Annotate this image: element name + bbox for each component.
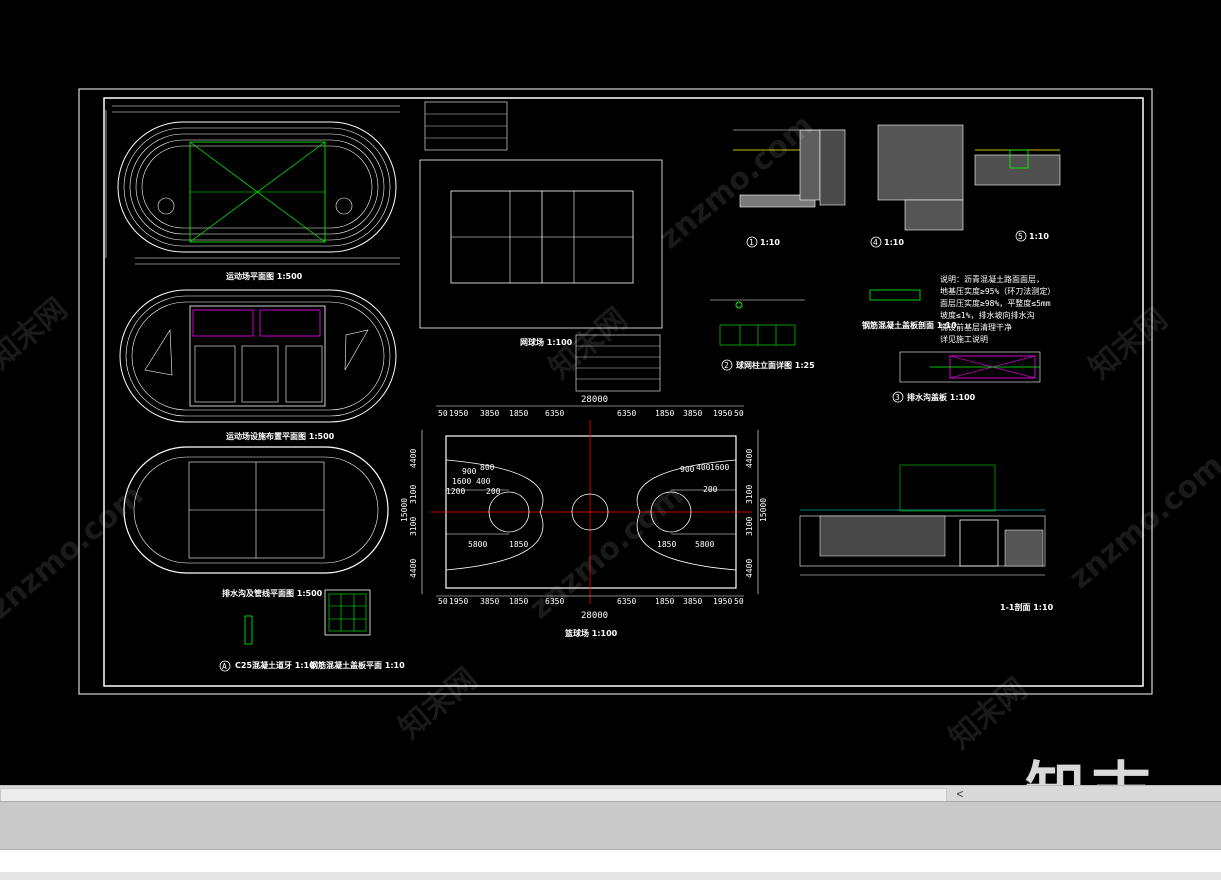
svg-text:A: A [222, 662, 227, 671]
watermark-cn-4: 知末网 [393, 661, 484, 746]
title-detail-1: 1:10 [760, 238, 780, 247]
bb-left-dim-0: 4400 [409, 449, 418, 468]
svg-text:4: 4 [873, 238, 878, 247]
bb-right-dim-0: 4400 [745, 449, 754, 468]
scroll-left-arrow-icon[interactable]: < [952, 786, 968, 802]
layout-tab-bar [0, 801, 1221, 850]
bb-top-dim-9: 50 [734, 409, 744, 418]
bb-bot-dim-2: 3850 [480, 597, 499, 606]
bb-top-dim-2: 3850 [480, 409, 499, 418]
bb-radius-r5: 1600 [710, 463, 729, 472]
drainage-plan-group: 排水沟及管线平面图 1:500 [123, 446, 389, 598]
cad-model-space[interactable]: 运动场平面图 1:500 运动场设施布置平面图 1:500 排水沟及管线平面图 … [0, 0, 1221, 785]
svg-text:1: 1 [749, 238, 754, 247]
tennis-court-group: 网球场 1:100 [419, 101, 663, 347]
svg-text:3: 3 [895, 393, 900, 402]
bb-left-dim-2: 3100 [409, 517, 418, 536]
title-section-11: 1-1剖面 1:10 [1000, 602, 1054, 612]
bb-left-dim-1: 3100 [409, 485, 418, 504]
bb-bot-dim-5: 6350 [617, 597, 636, 606]
bb-radius-4: 200 [486, 487, 501, 496]
bb-radius-0: 900 [462, 467, 477, 476]
bb-total-top: 28000 [581, 395, 608, 405]
note-1: 说明：沥青混凝土路面面层， [940, 274, 1044, 284]
title-basketball: 篮球场 1:100 [564, 628, 618, 638]
note-6: 详见施工说明 [940, 334, 988, 344]
title-grate-plan: 钢筋混凝土盖板平面 1:10 [310, 660, 405, 670]
bb-inner-3: 5800 [695, 540, 714, 549]
bb-bot-dim-8: 1950 [713, 597, 732, 606]
bb-top-dim-8: 1950 [713, 409, 732, 418]
title-track-layout: 运动场设施布置平面图 1:500 [226, 431, 335, 441]
title-post-elev: 球网柱立面详图 1:25 [736, 360, 815, 370]
bb-bot-dim-9: 50 [734, 597, 744, 606]
track-layout-group: 运动场设施布置平面图 1:500 [119, 289, 397, 441]
bb-top-dim-5: 6350 [617, 409, 636, 418]
bb-radius-r2: 400 [696, 463, 711, 472]
bb-radius-r0: 900 [680, 465, 695, 474]
title-detail-4: 1:10 [884, 238, 904, 247]
section-11-group: 1-1剖面 1:10 [799, 464, 1054, 612]
bb-radius-3: 1200 [446, 487, 465, 496]
note-3: 面层压实度≥98%，平整度≤5mm [940, 298, 1051, 308]
bb-bot-dim-7: 3850 [683, 597, 702, 606]
bb-inner-1: 1850 [509, 540, 528, 549]
title-track-plan: 运动场平面图 1:500 [226, 271, 303, 281]
title-detail-5: 1:10 [1029, 232, 1049, 241]
bb-right-overall: 15000 [759, 498, 768, 522]
watermark-site-1: znzmo.com [0, 478, 150, 626]
scrollbar-thumb[interactable] [0, 788, 947, 802]
grate-details-group: A C25混凝土道牙 1:10 钢筋混凝土盖板平面 1:10 [219, 589, 405, 672]
bb-top-dim-7: 3850 [683, 409, 702, 418]
bb-inner-2: 1850 [657, 540, 676, 549]
bb-top-dim-0: 50 [438, 409, 448, 418]
track-outer [117, 121, 397, 253]
watermark-cn-5: 知末网 [943, 671, 1034, 756]
horizontal-scrollbar[interactable]: < [0, 785, 1221, 802]
svg-text:2: 2 [724, 361, 729, 370]
bb-bot-dim-6: 1850 [655, 597, 674, 606]
bb-right-dim-3: 4400 [745, 559, 754, 578]
note-5: 铺设前基层清理干净 [940, 322, 1012, 332]
bb-right-dim-2: 3100 [745, 517, 754, 536]
bb-bot-dim-1: 1950 [449, 597, 468, 606]
bb-left-dim-3: 4400 [409, 559, 418, 578]
bb-bot-dim-0: 50 [438, 597, 448, 606]
notes-block: 说明：沥青混凝土路面面层， 地基压实度≥95%（环刀法测定） 面层压实度≥98%… [940, 274, 1055, 344]
bb-top-dim-3: 1850 [509, 409, 528, 418]
bb-top-dim-1: 1950 [449, 409, 468, 418]
status-bar [0, 849, 1221, 880]
title-detail-a: C25混凝土道牙 1:10 [235, 660, 315, 670]
bb-left-overall: 15000 [400, 498, 409, 522]
title-drainage-plan: 排水沟及管线平面图 1:500 [222, 588, 323, 598]
title-drain-cover-plan: 排水沟盖板 1:100 [907, 392, 976, 402]
bb-inner-0: 5800 [468, 540, 487, 549]
watermark-pattern: 知末网 知末网 知末网 知末网 知末网 znzmo.com znzmo.com … [0, 108, 1221, 756]
bb-radius-5: 1600 [452, 477, 471, 486]
bb-total-bottom: 28000 [581, 611, 608, 621]
bb-right-dim-1: 3100 [745, 485, 754, 504]
cad-drawing[interactable]: 运动场平面图 1:500 运动场设施布置平面图 1:500 排水沟及管线平面图 … [0, 0, 1221, 785]
watermark-cn-1: 知末网 [0, 291, 74, 376]
note-4: 坡度≤1%，排水坡向排水沟 [940, 310, 1034, 320]
bb-top-dim-4: 6350 [545, 409, 564, 418]
bb-radius-1: 800 [480, 463, 495, 472]
bb-radius-2: 400 [476, 477, 491, 486]
note-2: 地基压实度≥95%（环刀法测定） [940, 286, 1055, 296]
svg-text:5: 5 [1018, 232, 1023, 241]
bb-radius-r4: 200 [703, 485, 718, 494]
watermark-cn-3: 知末网 [1083, 301, 1174, 386]
bb-top-dim-6: 1850 [655, 409, 674, 418]
track-plan-group: 运动场平面图 1:500 [105, 105, 400, 281]
watermark-site-3: znzmo.com [1063, 448, 1221, 596]
